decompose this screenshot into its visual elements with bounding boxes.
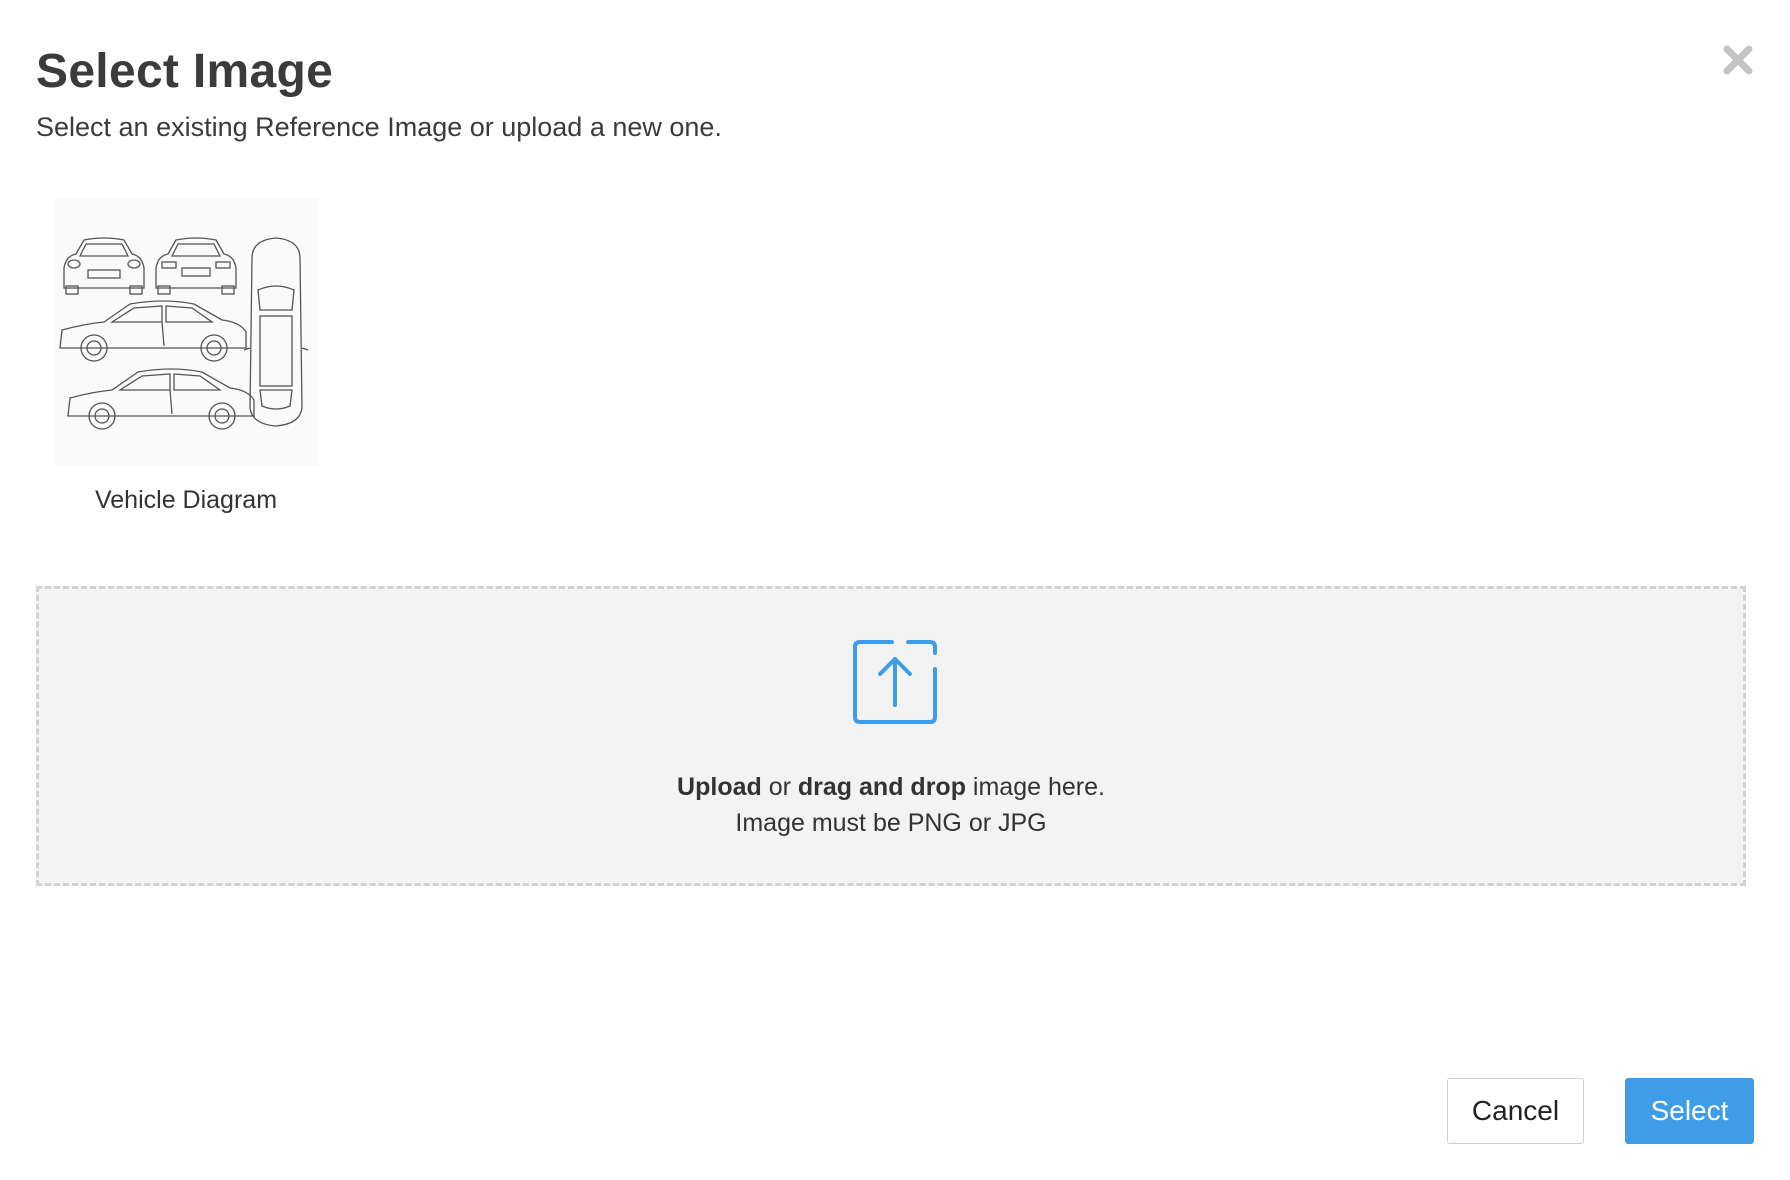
- close-icon: [1723, 45, 1753, 75]
- select-image-dialog: Select Image Select an existing Referenc…: [0, 0, 1790, 1180]
- dropzone-or-text: or: [768, 773, 791, 801]
- file-type-requirement: Image must be PNG or JPG: [735, 809, 1047, 837]
- cancel-button[interactable]: Cancel: [1447, 1078, 1584, 1144]
- drag-and-drop-text: drag and drop: [797, 773, 966, 801]
- car-top-view-icon: [243, 237, 309, 427]
- upload-link[interactable]: Upload: [677, 773, 762, 801]
- dropzone-rest-text: image here.: [972, 773, 1105, 801]
- dialog-subtitle: Select an existing Reference Image or up…: [36, 112, 722, 142]
- car-side-view-icon: [67, 368, 255, 430]
- vehicle-diagram-thumbnail: [54, 198, 318, 466]
- image-card-vehicle-diagram[interactable]: Vehicle Diagram: [54, 198, 318, 528]
- dialog-title: Select Image: [36, 45, 334, 98]
- car-front-view-icon: [63, 237, 145, 295]
- upload-icon: [853, 640, 937, 724]
- dropzone-instruction: Upload or drag and drop image here.: [39, 773, 1743, 802]
- close-button[interactable]: [1718, 40, 1758, 80]
- car-rear-view-icon: [155, 237, 237, 295]
- image-card-label: Vehicle Diagram: [94, 486, 278, 514]
- upload-dropzone[interactable]: Upload or drag and drop image here. Imag…: [36, 586, 1746, 886]
- car-side-view-icon: [59, 300, 247, 362]
- select-button[interactable]: Select: [1625, 1078, 1754, 1144]
